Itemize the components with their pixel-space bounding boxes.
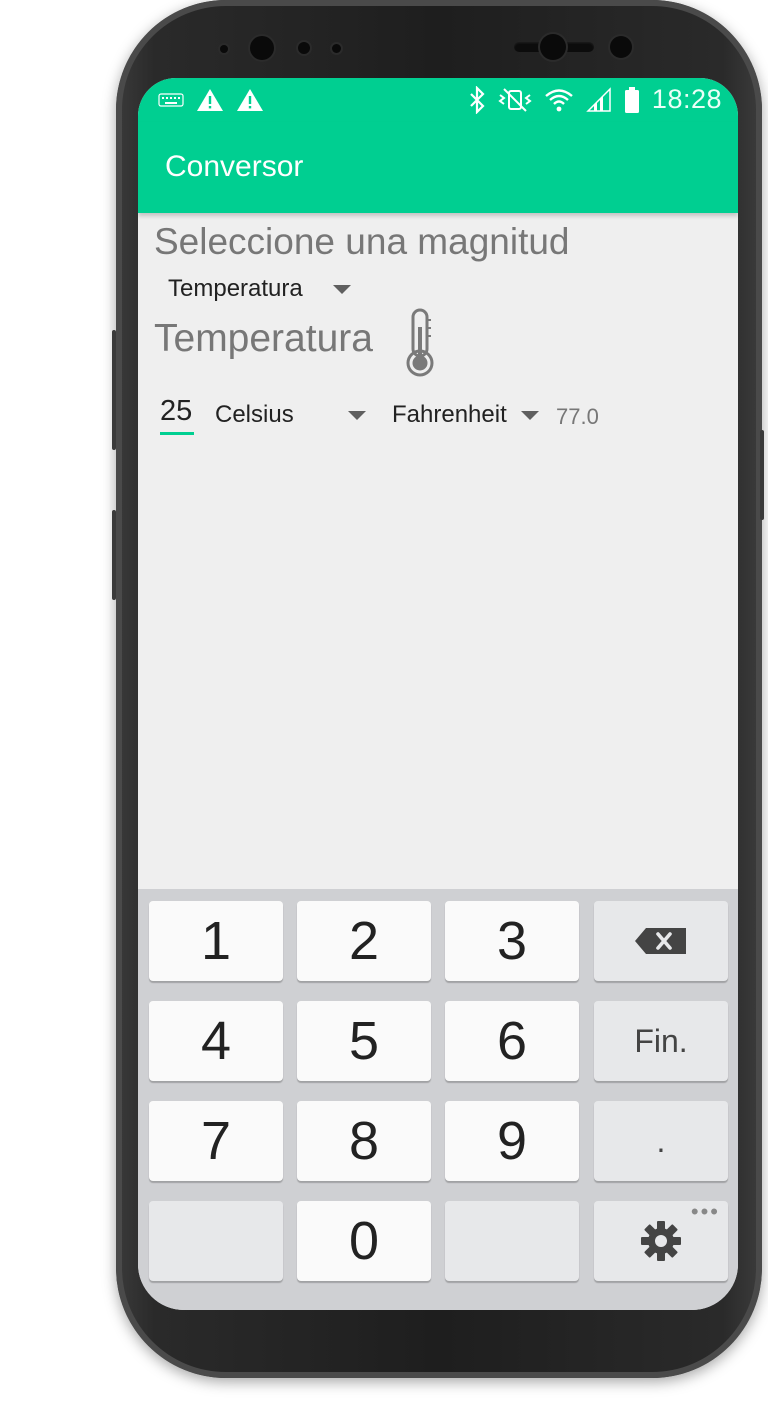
magnitude-select[interactable]: Temperatura: [168, 275, 351, 303]
blank-key-left[interactable]: [149, 1201, 283, 1281]
backspace-icon: [635, 928, 686, 954]
phone-screen: 18:28 Conversor Seleccione una magnitud …: [138, 78, 738, 1310]
bixby-button: [112, 510, 116, 600]
volume-button: [112, 330, 116, 450]
chevron-down-icon: [347, 410, 366, 420]
key-8[interactable]: 8: [297, 1101, 431, 1181]
status-time: 18:28: [651, 84, 722, 114]
value-input[interactable]: 25: [160, 395, 194, 435]
status-bar: 18:28: [138, 78, 738, 122]
result-value: 77.0: [556, 404, 599, 429]
chevron-down-icon: [332, 284, 351, 294]
from-unit-value: Celsius: [215, 401, 294, 428]
key-0[interactable]: 0: [297, 1201, 431, 1281]
app-bar: Conversor: [138, 122, 738, 213]
app-title: Conversor: [165, 150, 304, 183]
key-5[interactable]: 5: [297, 1001, 431, 1081]
iris-sensor: [610, 36, 632, 58]
blank-key-right[interactable]: [445, 1201, 579, 1281]
backspace-key[interactable]: [594, 901, 728, 981]
numeric-keyboard: 1 2 3 4 5 6 Fin. 7 8 9 . 0 •••: [138, 889, 738, 1310]
from-unit-select[interactable]: Celsius: [215, 401, 366, 429]
front-sensor: [220, 45, 228, 53]
section-title: Temperatura: [154, 317, 373, 360]
wifi-icon: [545, 88, 573, 111]
key-2[interactable]: 2: [297, 901, 431, 981]
keyboard-icon: [158, 93, 184, 107]
proximity-sensor: [298, 42, 310, 54]
warning-icon: [237, 89, 263, 111]
vibrate-icon: [498, 87, 532, 112]
done-key[interactable]: Fin.: [594, 1001, 728, 1081]
settings-key[interactable]: •••: [594, 1199, 728, 1281]
key-7[interactable]: 7: [149, 1101, 283, 1181]
key-3[interactable]: 3: [445, 901, 579, 981]
magnitude-select-value: Temperatura: [168, 275, 303, 302]
warning-icon: [197, 89, 223, 111]
to-unit-select[interactable]: Fahrenheit: [392, 401, 539, 429]
main-content: Seleccione una magnitud Temperatura Temp…: [138, 213, 738, 889]
thermometer-icon: [406, 308, 434, 377]
more-options-indicator: •••: [690, 1199, 720, 1224]
key-1[interactable]: 1: [149, 901, 283, 981]
light-sensor: [332, 44, 341, 53]
battery-icon: [624, 86, 639, 113]
magnitude-prompt: Seleccione una magnitud: [154, 221, 570, 262]
gear-icon: [641, 1221, 681, 1261]
front-camera: [250, 36, 274, 60]
iris-camera: [540, 34, 566, 60]
decimal-key[interactable]: .: [594, 1101, 728, 1181]
key-4[interactable]: 4: [149, 1001, 283, 1081]
key-6[interactable]: 6: [445, 1001, 579, 1081]
to-unit-value: Fahrenheit: [392, 401, 507, 428]
power-button: [760, 430, 764, 520]
chevron-down-icon: [520, 410, 539, 420]
bluetooth-icon: [470, 85, 485, 114]
signal-icon: [586, 86, 611, 112]
key-9[interactable]: 9: [445, 1101, 579, 1181]
